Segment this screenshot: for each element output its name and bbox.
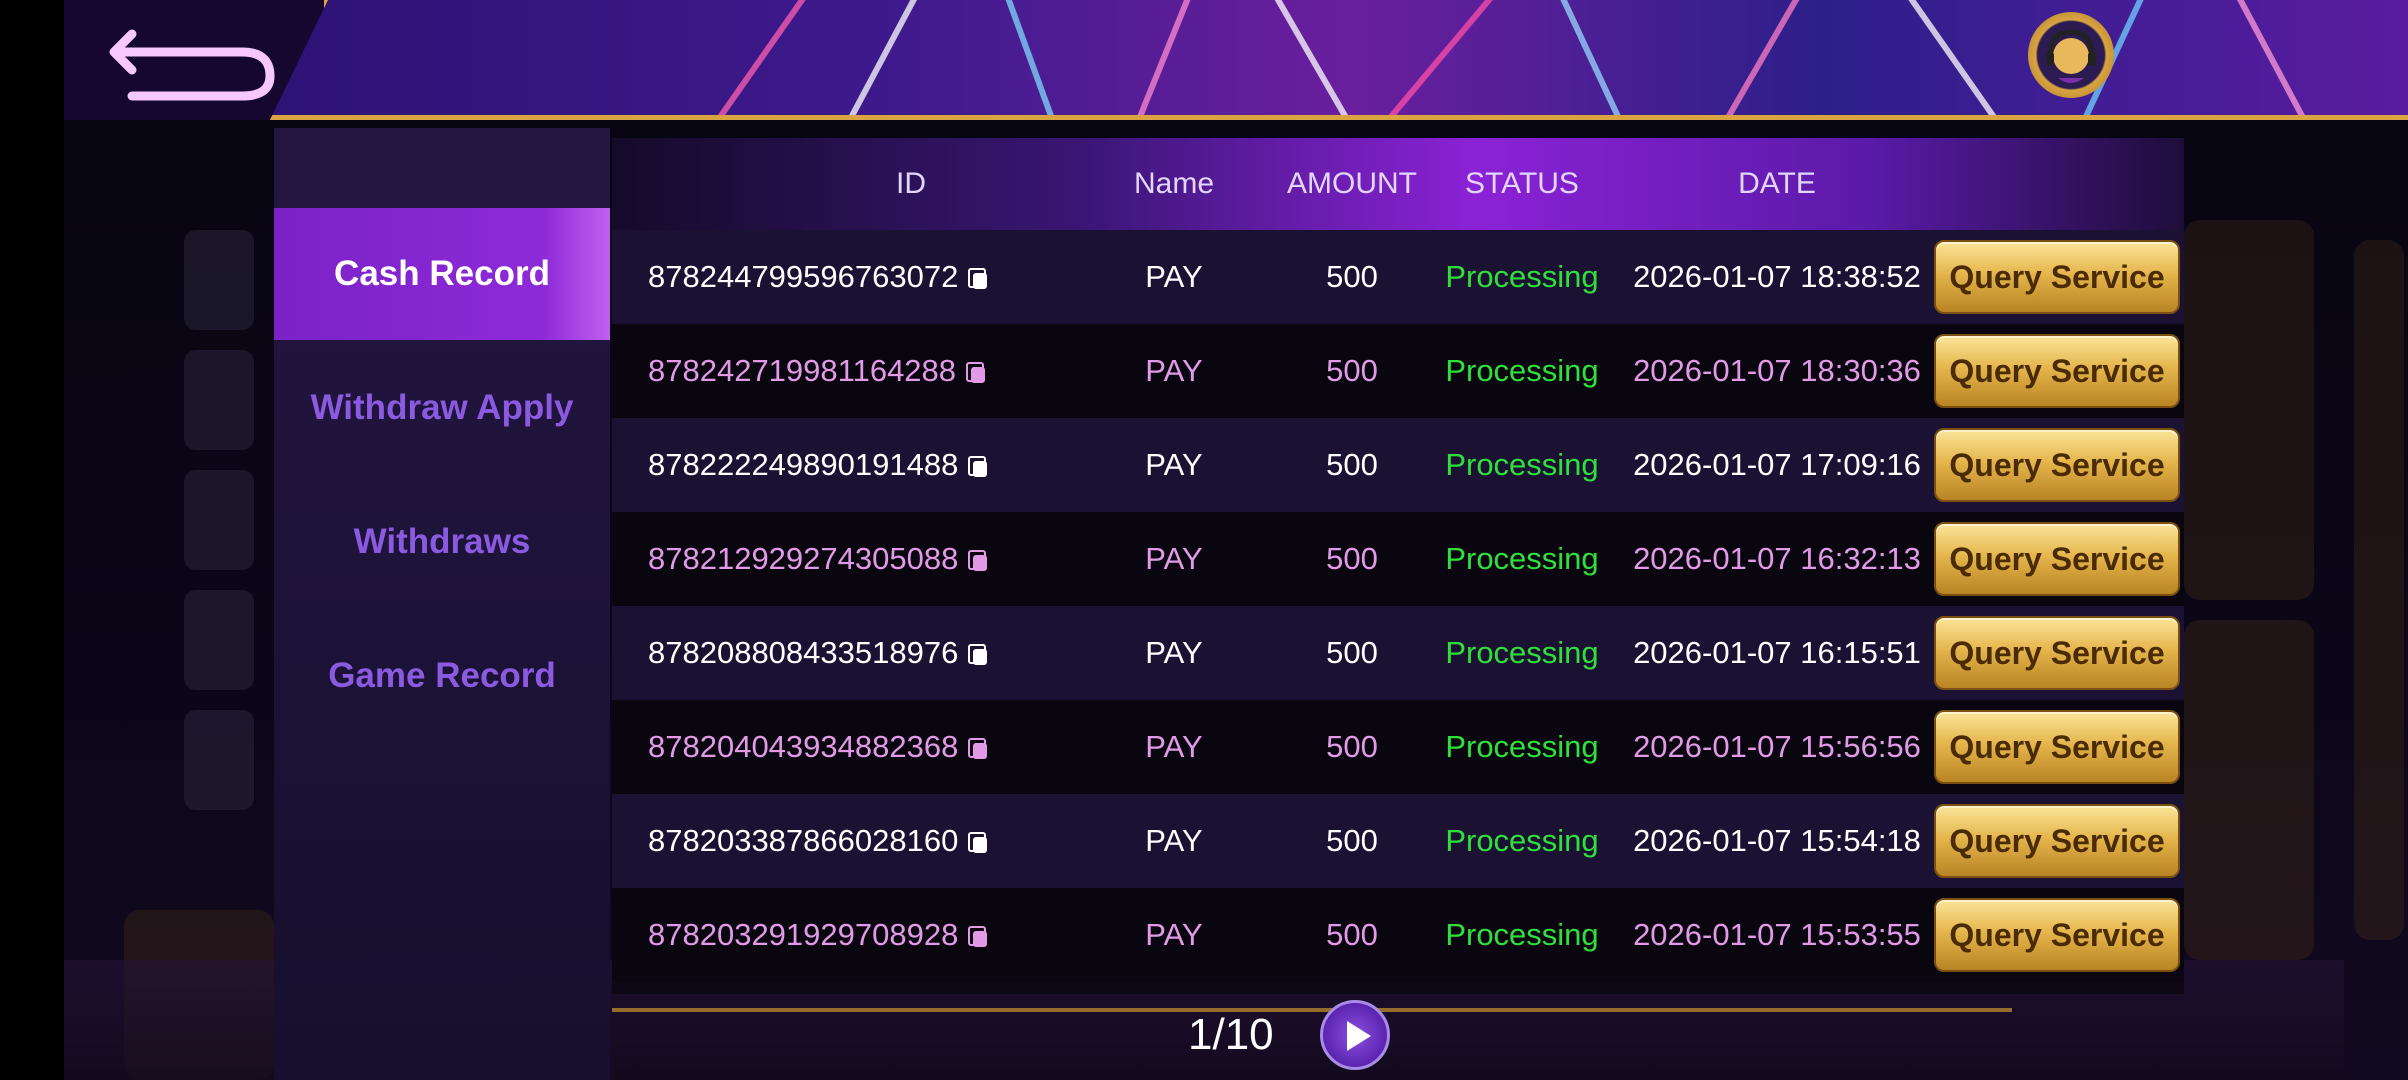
record-id: 878203291929708928: [648, 888, 988, 982]
table-header: ID Name AMOUNT STATUS DATE: [612, 138, 2184, 230]
column-header-amount: AMOUNT: [1287, 167, 1417, 200]
background-game-card: [2184, 220, 2314, 600]
record-status: Processing: [1445, 917, 1599, 952]
query-service-button[interactable]: Query Service: [1934, 334, 2180, 408]
background-cash-tile: [184, 710, 254, 810]
sidebar-item-label: Withdraw Apply: [310, 388, 574, 427]
record-id-text: 878203387866028160: [648, 823, 959, 858]
record-date: 2026-01-07 15:53:55: [1633, 917, 1921, 952]
copy-icon[interactable]: [966, 361, 986, 384]
column-header-date: DATE: [1738, 167, 1816, 200]
sidebar-item-label: Game Record: [328, 656, 556, 695]
record-date: 2026-01-07 18:30:36: [1633, 353, 1921, 388]
table-row: 878204043934882368 PAY 500 Processing 2026-0…: [612, 700, 2184, 794]
record-amount: 500: [1326, 541, 1378, 576]
record-amount: 500: [1326, 353, 1378, 388]
background-history-tile: [184, 350, 254, 450]
copy-icon[interactable]: [968, 267, 988, 290]
query-service-button[interactable]: Query Service: [1934, 616, 2180, 690]
copy-icon[interactable]: [968, 737, 988, 760]
record-amount: 500: [1326, 729, 1378, 764]
query-service-button[interactable]: Query Service: [1934, 804, 2180, 878]
table-row: 878244799596763072 PAY 500 Processing 2026-0…: [612, 230, 2184, 324]
record-id: 878204043934882368: [648, 700, 988, 794]
record-id: 878208808433518976: [648, 606, 988, 700]
record-date: 2026-01-07 15:56:56: [1633, 729, 1921, 764]
record-id-text: 878212929274305088: [648, 541, 959, 576]
background-home-tile: [184, 230, 254, 330]
customer-service-icon: [2046, 29, 2096, 83]
record-id: 878242719981164288: [648, 324, 986, 418]
record-amount: 500: [1326, 259, 1378, 294]
back-arrow-icon: [109, 29, 275, 101]
customer-service-button[interactable]: [2028, 12, 2114, 98]
query-service-button[interactable]: Query Service: [1934, 710, 2180, 784]
sidebar-item-label: Cash Record: [334, 254, 550, 293]
record-amount: 500: [1326, 917, 1378, 952]
record-date: 2026-01-07 15:54:18: [1633, 823, 1921, 858]
background-slot-tile: [184, 470, 254, 570]
sidebar-item-game-record[interactable]: Game Record: [274, 610, 610, 742]
record-id: 878244799596763072: [648, 230, 988, 324]
column-header-status: STATUS: [1465, 167, 1579, 200]
record-date: 2026-01-07 17:09:16: [1633, 447, 1921, 482]
record-amount: 500: [1326, 823, 1378, 858]
record-status: Processing: [1445, 729, 1599, 764]
record-amount: 500: [1326, 635, 1378, 670]
sidebar-item-withdraws[interactable]: Withdraws: [274, 476, 610, 608]
background-group-tile: [184, 590, 254, 690]
record-status: Processing: [1445, 541, 1599, 576]
record-id-text: 878203291929708928: [648, 917, 959, 952]
record-id: 878222249890191488: [648, 418, 988, 512]
sidebar-item-label: Withdraws: [353, 522, 531, 561]
record-date: 2026-01-07 16:32:13: [1633, 541, 1921, 576]
table-row: 878208808433518976 PAY 500 Processing 2026-0…: [612, 606, 2184, 700]
page-indicator: 1/10: [1188, 1010, 1274, 1059]
table-row: 878222249890191488 PAY 500 Processing 2026-0…: [612, 418, 2184, 512]
copy-icon[interactable]: [968, 549, 988, 572]
copy-icon[interactable]: [968, 455, 988, 478]
record-id-text: 878222249890191488: [648, 447, 959, 482]
record-id: 878212929274305088: [648, 512, 988, 606]
table-row: 878212929274305088 PAY 500 Processing 2026-0…: [612, 512, 2184, 606]
query-service-button[interactable]: Query Service: [1934, 428, 2180, 502]
record-id-text: 878208808433518976: [648, 635, 959, 670]
table-row: 878203291929708928 PAY 500 Processing 2026-0…: [612, 888, 2184, 982]
play-next-icon: [1347, 1021, 1371, 1051]
record-sidebar: Cash Record Withdraw Apply Withdraws Gam…: [274, 128, 610, 1080]
query-service-button[interactable]: Query Service: [1934, 522, 2180, 596]
copy-icon[interactable]: [968, 925, 988, 948]
sidebar-item-cash-record[interactable]: Cash Record: [274, 208, 610, 340]
record-status: Processing: [1445, 447, 1599, 482]
record-date: 2026-01-07 18:38:52: [1633, 259, 1921, 294]
table-row: 878203387866028160 PAY 500 Processing 2026-0…: [612, 794, 2184, 888]
record-id: 878203387866028160: [648, 794, 988, 888]
record-status: Processing: [1445, 635, 1599, 670]
query-service-button[interactable]: Query Service: [1934, 898, 2180, 972]
record-date: 2026-01-07 16:15:51: [1633, 635, 1921, 670]
query-service-button[interactable]: Query Service: [1934, 240, 2180, 314]
record-status: Processing: [1445, 823, 1599, 858]
record-id-text: 878242719981164288: [648, 353, 957, 388]
table-row: 878242719981164288 PAY 500 Processing 2026-0…: [612, 324, 2184, 418]
record-amount: 500: [1326, 447, 1378, 482]
cash-record-table: ID Name AMOUNT STATUS DATE 8782447995967…: [612, 138, 2184, 994]
sidebar-item-withdraw-apply[interactable]: Withdraw Apply: [274, 342, 610, 474]
record-status: Processing: [1445, 259, 1599, 294]
record-id-text: 878204043934882368: [648, 729, 959, 764]
pagination-divider: [612, 1008, 2012, 1012]
background-game-card: [2184, 620, 2314, 960]
next-page-button[interactable]: [1320, 1000, 1390, 1070]
background-game-card: [2354, 240, 2404, 940]
record-id-text: 878244799596763072: [648, 259, 959, 294]
copy-icon[interactable]: [968, 831, 988, 854]
record-status: Processing: [1445, 353, 1599, 388]
copy-icon[interactable]: [968, 643, 988, 666]
